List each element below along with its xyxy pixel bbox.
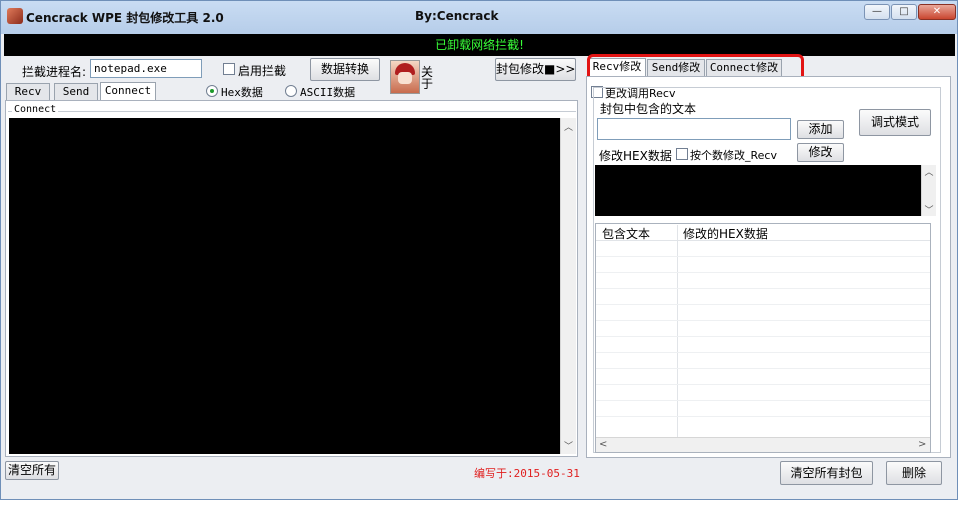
table-hscrollbar[interactable]: < > (596, 437, 930, 452)
tab-recv[interactable]: Recv (6, 83, 50, 100)
scroll-down-icon[interactable]: ﹀ (561, 439, 576, 452)
hex-scrollbar[interactable]: ︿ ﹀ (921, 165, 936, 216)
connect-group-label: Connect (12, 104, 59, 115)
clear-all-packets-button[interactable]: 清空所有封包 (780, 461, 873, 485)
hex-radio-label: Hex数据 (221, 86, 263, 99)
window-title: Cencrack WPE 封包修改工具 2.0 (26, 11, 224, 25)
contains-text-input[interactable] (597, 118, 791, 140)
col-modified-hex[interactable]: 修改的HEX数据 (683, 225, 768, 242)
process-label: 拦截进程名: (22, 65, 87, 79)
contains-text-label: 封包中包含的文本 (600, 102, 697, 116)
process-input[interactable] (90, 59, 202, 78)
table-gridline (596, 352, 930, 353)
hex-radio[interactable] (206, 85, 218, 97)
per-count-label: 按个数修改_Recv (690, 149, 777, 162)
connect-scrollbar[interactable]: ︿ ﹀ (560, 118, 576, 454)
table-gridline (596, 304, 930, 305)
col-contains-text[interactable]: 包含文本 (602, 225, 650, 242)
written-date: 编写于:2015-05-31 (474, 467, 580, 480)
clear-all-button[interactable]: 清空所有 (5, 461, 59, 480)
table-gridline (596, 416, 930, 417)
scroll-right-icon[interactable]: > (918, 439, 926, 450)
packet-modify-button[interactable]: 封包修改■>> (495, 58, 576, 81)
tab-send[interactable]: Send (54, 83, 98, 100)
window-author: By:Cencrack (415, 9, 499, 23)
app-icon (7, 8, 23, 24)
status-bar: 已卸载网络拦截! (4, 34, 955, 56)
table-gridline (596, 320, 930, 321)
scroll-left-icon[interactable]: < (599, 439, 607, 450)
avatar-face-icon (398, 72, 412, 84)
table-gridline (596, 384, 930, 385)
table-gridline (596, 288, 930, 289)
connect-output-area[interactable] (9, 118, 560, 454)
close-button[interactable]: ✕ (918, 4, 956, 20)
hex-scroll-down-icon[interactable]: ﹀ (922, 203, 936, 216)
scroll-up-icon[interactable]: ︿ (561, 120, 576, 133)
maximize-button[interactable]: □ (891, 4, 917, 20)
table-gridline (596, 368, 930, 369)
tab-connect[interactable]: Connect (100, 82, 156, 100)
modify-button[interactable]: 修改 (797, 143, 844, 162)
enable-intercept-label: 启用拦截 (238, 64, 287, 78)
about-avatar[interactable] (390, 60, 420, 94)
table-gridline (596, 336, 930, 337)
debug-mode-button[interactable]: 调式模式 (859, 109, 931, 136)
about-label[interactable]: 关于 (421, 66, 433, 90)
ascii-radio-label: ASCII数据 (300, 86, 356, 99)
hex-scroll-up-icon[interactable]: ︿ (922, 165, 936, 178)
modify-rules-table[interactable] (595, 223, 931, 453)
data-convert-button[interactable]: 数据转换 (310, 58, 380, 81)
table-gridline (596, 400, 930, 401)
add-button[interactable]: 添加 (797, 120, 844, 139)
ascii-radio[interactable] (285, 85, 297, 97)
modify-hex-label: 修改HEX数据 (599, 149, 672, 163)
delete-button[interactable]: 删除 (886, 461, 942, 485)
minimize-button[interactable]: — (864, 4, 890, 20)
hex-data-area[interactable] (595, 165, 921, 216)
enable-intercept-checkbox[interactable] (223, 63, 235, 75)
table-gridline (596, 256, 930, 257)
table-gridline (596, 272, 930, 273)
group-divider (8, 111, 576, 112)
per-count-checkbox[interactable] (676, 148, 688, 160)
